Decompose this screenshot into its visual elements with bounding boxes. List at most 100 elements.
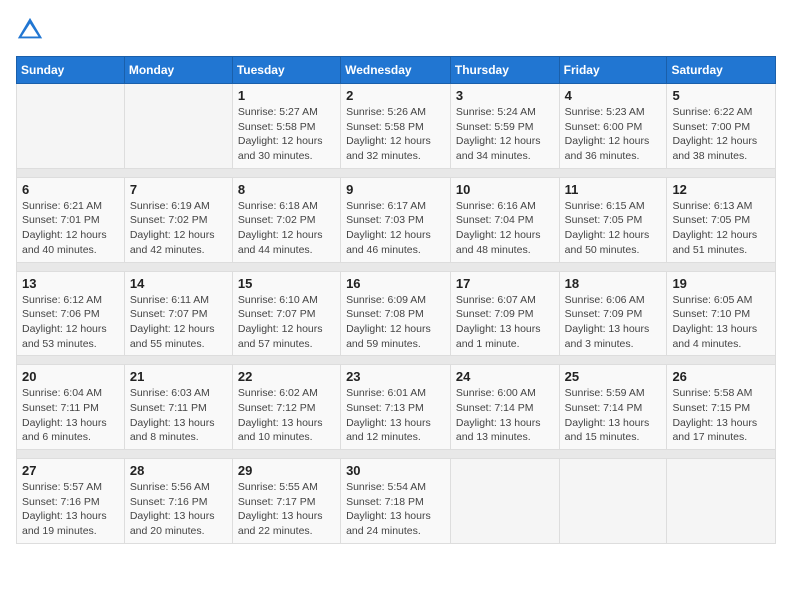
day-number: 13: [22, 276, 119, 291]
day-number: 2: [346, 88, 445, 103]
weekday-header: Monday: [124, 57, 232, 84]
calendar-cell: [124, 84, 232, 169]
week-separator: [17, 450, 776, 459]
calendar-cell: 11Sunrise: 6:15 AMSunset: 7:05 PMDayligh…: [559, 177, 667, 262]
day-number: 20: [22, 369, 119, 384]
calendar-cell: 4 Sunrise: 5:23 AMSunset: 6:00 PMDaylight…: [559, 84, 667, 169]
calendar-cell: 14 Sunrise: 6:11 AMSunset: 7:07 PMDayligh…: [124, 271, 232, 356]
day-info: Sunrise: 5:55 AMSunset: 7:17 PMDaylight:…: [238, 480, 335, 539]
calendar-cell: 30Sunrise: 5:54 AMSunset: 7:18 PMDayligh…: [341, 459, 451, 544]
day-number: 22: [238, 369, 335, 384]
calendar-cell: 20 Sunrise: 6:04 AMSunset: 7:11 PMDayligh…: [17, 365, 125, 450]
calendar-week-row: 27Sunrise: 5:57 AMSunset: 7:16 PMDayligh…: [17, 459, 776, 544]
logo-icon: [16, 16, 44, 44]
day-info: Sunrise: 5:56 AMSunset: 7:16 PMDaylight:…: [130, 480, 227, 539]
calendar-cell: 16 Sunrise: 6:09 AMSunset: 7:08 PMDayligh…: [341, 271, 451, 356]
day-number: 17: [456, 276, 554, 291]
week-separator: [17, 356, 776, 365]
weekday-header: Thursday: [450, 57, 559, 84]
day-info: Sunrise: 6:19 AMSunset: 7:02 PMDaylight:…: [130, 199, 227, 258]
day-info: Sunrise: 6:07 AMSunset: 7:09 PMDaylight:…: [456, 293, 554, 352]
calendar-cell: 24Sunrise: 6:00 AMSunset: 7:14 PMDayligh…: [450, 365, 559, 450]
day-info: Sunrise: 6:06 AMSunset: 7:09 PMDaylight:…: [565, 293, 662, 352]
day-info: Sunrise: 6:17 AMSunset: 7:03 PMDaylight:…: [346, 199, 445, 258]
calendar-week-row: 20 Sunrise: 6:04 AMSunset: 7:11 PMDayligh…: [17, 365, 776, 450]
day-info: Sunrise: 5:57 AMSunset: 7:16 PMDaylight:…: [22, 480, 119, 539]
calendar-cell: 5 Sunrise: 6:22 AMSunset: 7:00 PMDaylight…: [667, 84, 776, 169]
page-header: [16, 16, 776, 44]
calendar-cell: 22Sunrise: 6:02 AMSunset: 7:12 PMDayligh…: [232, 365, 340, 450]
day-info: Sunrise: 5:27 AMSunset: 5:58 PMDaylight:…: [238, 105, 335, 164]
day-info: Sunrise: 6:03 AMSunset: 7:11 PMDaylight:…: [130, 386, 227, 445]
day-info: Sunrise: 6:12 AMSunset: 7:06 PMDaylight:…: [22, 293, 119, 352]
day-info: Sunrise: 6:18 AMSunset: 7:02 PMDaylight:…: [238, 199, 335, 258]
day-info: Sunrise: 6:22 AMSunset: 7:00 PMDaylight:…: [672, 105, 770, 164]
calendar-cell: 13 Sunrise: 6:12 AMSunset: 7:06 PMDayligh…: [17, 271, 125, 356]
day-info: Sunrise: 6:16 AMSunset: 7:04 PMDaylight:…: [456, 199, 554, 258]
day-number: 14: [130, 276, 227, 291]
day-number: 18: [565, 276, 662, 291]
calendar-cell: 28Sunrise: 5:56 AMSunset: 7:16 PMDayligh…: [124, 459, 232, 544]
day-number: 6: [22, 182, 119, 197]
day-info: Sunrise: 6:11 AMSunset: 7:07 PMDaylight:…: [130, 293, 227, 352]
day-number: 29: [238, 463, 335, 478]
day-info: Sunrise: 6:21 AMSunset: 7:01 PMDaylight:…: [22, 199, 119, 258]
calendar-cell: 21 Sunrise: 6:03 AMSunset: 7:11 PMDayligh…: [124, 365, 232, 450]
calendar-cell: 26Sunrise: 5:58 AMSunset: 7:15 PMDayligh…: [667, 365, 776, 450]
calendar-cell: 27Sunrise: 5:57 AMSunset: 7:16 PMDayligh…: [17, 459, 125, 544]
day-number: 3: [456, 88, 554, 103]
day-number: 4: [565, 88, 662, 103]
calendar-cell: 8 Sunrise: 6:18 AMSunset: 7:02 PMDaylight…: [232, 177, 340, 262]
calendar-week-row: 6 Sunrise: 6:21 AMSunset: 7:01 PMDaylight…: [17, 177, 776, 262]
calendar-cell: 6 Sunrise: 6:21 AMSunset: 7:01 PMDaylight…: [17, 177, 125, 262]
day-info: Sunrise: 6:09 AMSunset: 7:08 PMDaylight:…: [346, 293, 445, 352]
day-number: 25: [565, 369, 662, 384]
weekday-header: Tuesday: [232, 57, 340, 84]
week-separator: [17, 262, 776, 271]
day-info: Sunrise: 5:23 AMSunset: 6:00 PMDaylight:…: [565, 105, 662, 164]
calendar-cell: 10 Sunrise: 6:16 AMSunset: 7:04 PMDayligh…: [450, 177, 559, 262]
calendar-table: SundayMondayTuesdayWednesdayThursdayFrid…: [16, 56, 776, 544]
day-info: Sunrise: 5:54 AMSunset: 7:18 PMDaylight:…: [346, 480, 445, 539]
day-number: 9: [346, 182, 445, 197]
calendar-cell: 9 Sunrise: 6:17 AMSunset: 7:03 PMDaylight…: [341, 177, 451, 262]
calendar-cell: [667, 459, 776, 544]
day-number: 16: [346, 276, 445, 291]
calendar-cell: [450, 459, 559, 544]
weekday-header: Wednesday: [341, 57, 451, 84]
day-number: 1: [238, 88, 335, 103]
calendar-cell: 1 Sunrise: 5:27 AMSunset: 5:58 PMDaylight…: [232, 84, 340, 169]
day-info: Sunrise: 5:59 AMSunset: 7:14 PMDaylight:…: [565, 386, 662, 445]
calendar-cell: 19Sunrise: 6:05 AMSunset: 7:10 PMDayligh…: [667, 271, 776, 356]
day-info: Sunrise: 6:15 AMSunset: 7:05 PMDaylight:…: [565, 199, 662, 258]
day-info: Sunrise: 6:04 AMSunset: 7:11 PMDaylight:…: [22, 386, 119, 445]
calendar-header-row: SundayMondayTuesdayWednesdayThursdayFrid…: [17, 57, 776, 84]
calendar-cell: 2 Sunrise: 5:26 AMSunset: 5:58 PMDaylight…: [341, 84, 451, 169]
calendar-cell: 23 Sunrise: 6:01 AMSunset: 7:13 PMDayligh…: [341, 365, 451, 450]
day-number: 15: [238, 276, 335, 291]
day-number: 26: [672, 369, 770, 384]
week-separator: [17, 168, 776, 177]
day-number: 23: [346, 369, 445, 384]
calendar-cell: [559, 459, 667, 544]
day-info: Sunrise: 5:26 AMSunset: 5:58 PMDaylight:…: [346, 105, 445, 164]
calendar-cell: 17 Sunrise: 6:07 AMSunset: 7:09 PMDayligh…: [450, 271, 559, 356]
day-info: Sunrise: 6:01 AMSunset: 7:13 PMDaylight:…: [346, 386, 445, 445]
day-info: Sunrise: 6:10 AMSunset: 7:07 PMDaylight:…: [238, 293, 335, 352]
calendar-cell: 3 Sunrise: 5:24 AMSunset: 5:59 PMDaylight…: [450, 84, 559, 169]
calendar-cell: 18 Sunrise: 6:06 AMSunset: 7:09 PMDayligh…: [559, 271, 667, 356]
calendar-cell: 12Sunrise: 6:13 AMSunset: 7:05 PMDayligh…: [667, 177, 776, 262]
day-info: Sunrise: 6:13 AMSunset: 7:05 PMDaylight:…: [672, 199, 770, 258]
day-number: 21: [130, 369, 227, 384]
calendar-week-row: 1 Sunrise: 5:27 AMSunset: 5:58 PMDaylight…: [17, 84, 776, 169]
calendar-cell: 15 Sunrise: 6:10 AMSunset: 7:07 PMDayligh…: [232, 271, 340, 356]
weekday-header: Friday: [559, 57, 667, 84]
weekday-header: Sunday: [17, 57, 125, 84]
calendar-cell: [17, 84, 125, 169]
day-number: 19: [672, 276, 770, 291]
day-info: Sunrise: 5:24 AMSunset: 5:59 PMDaylight:…: [456, 105, 554, 164]
day-number: 5: [672, 88, 770, 103]
calendar-cell: 7Sunrise: 6:19 AMSunset: 7:02 PMDaylight…: [124, 177, 232, 262]
day-number: 8: [238, 182, 335, 197]
day-number: 10: [456, 182, 554, 197]
